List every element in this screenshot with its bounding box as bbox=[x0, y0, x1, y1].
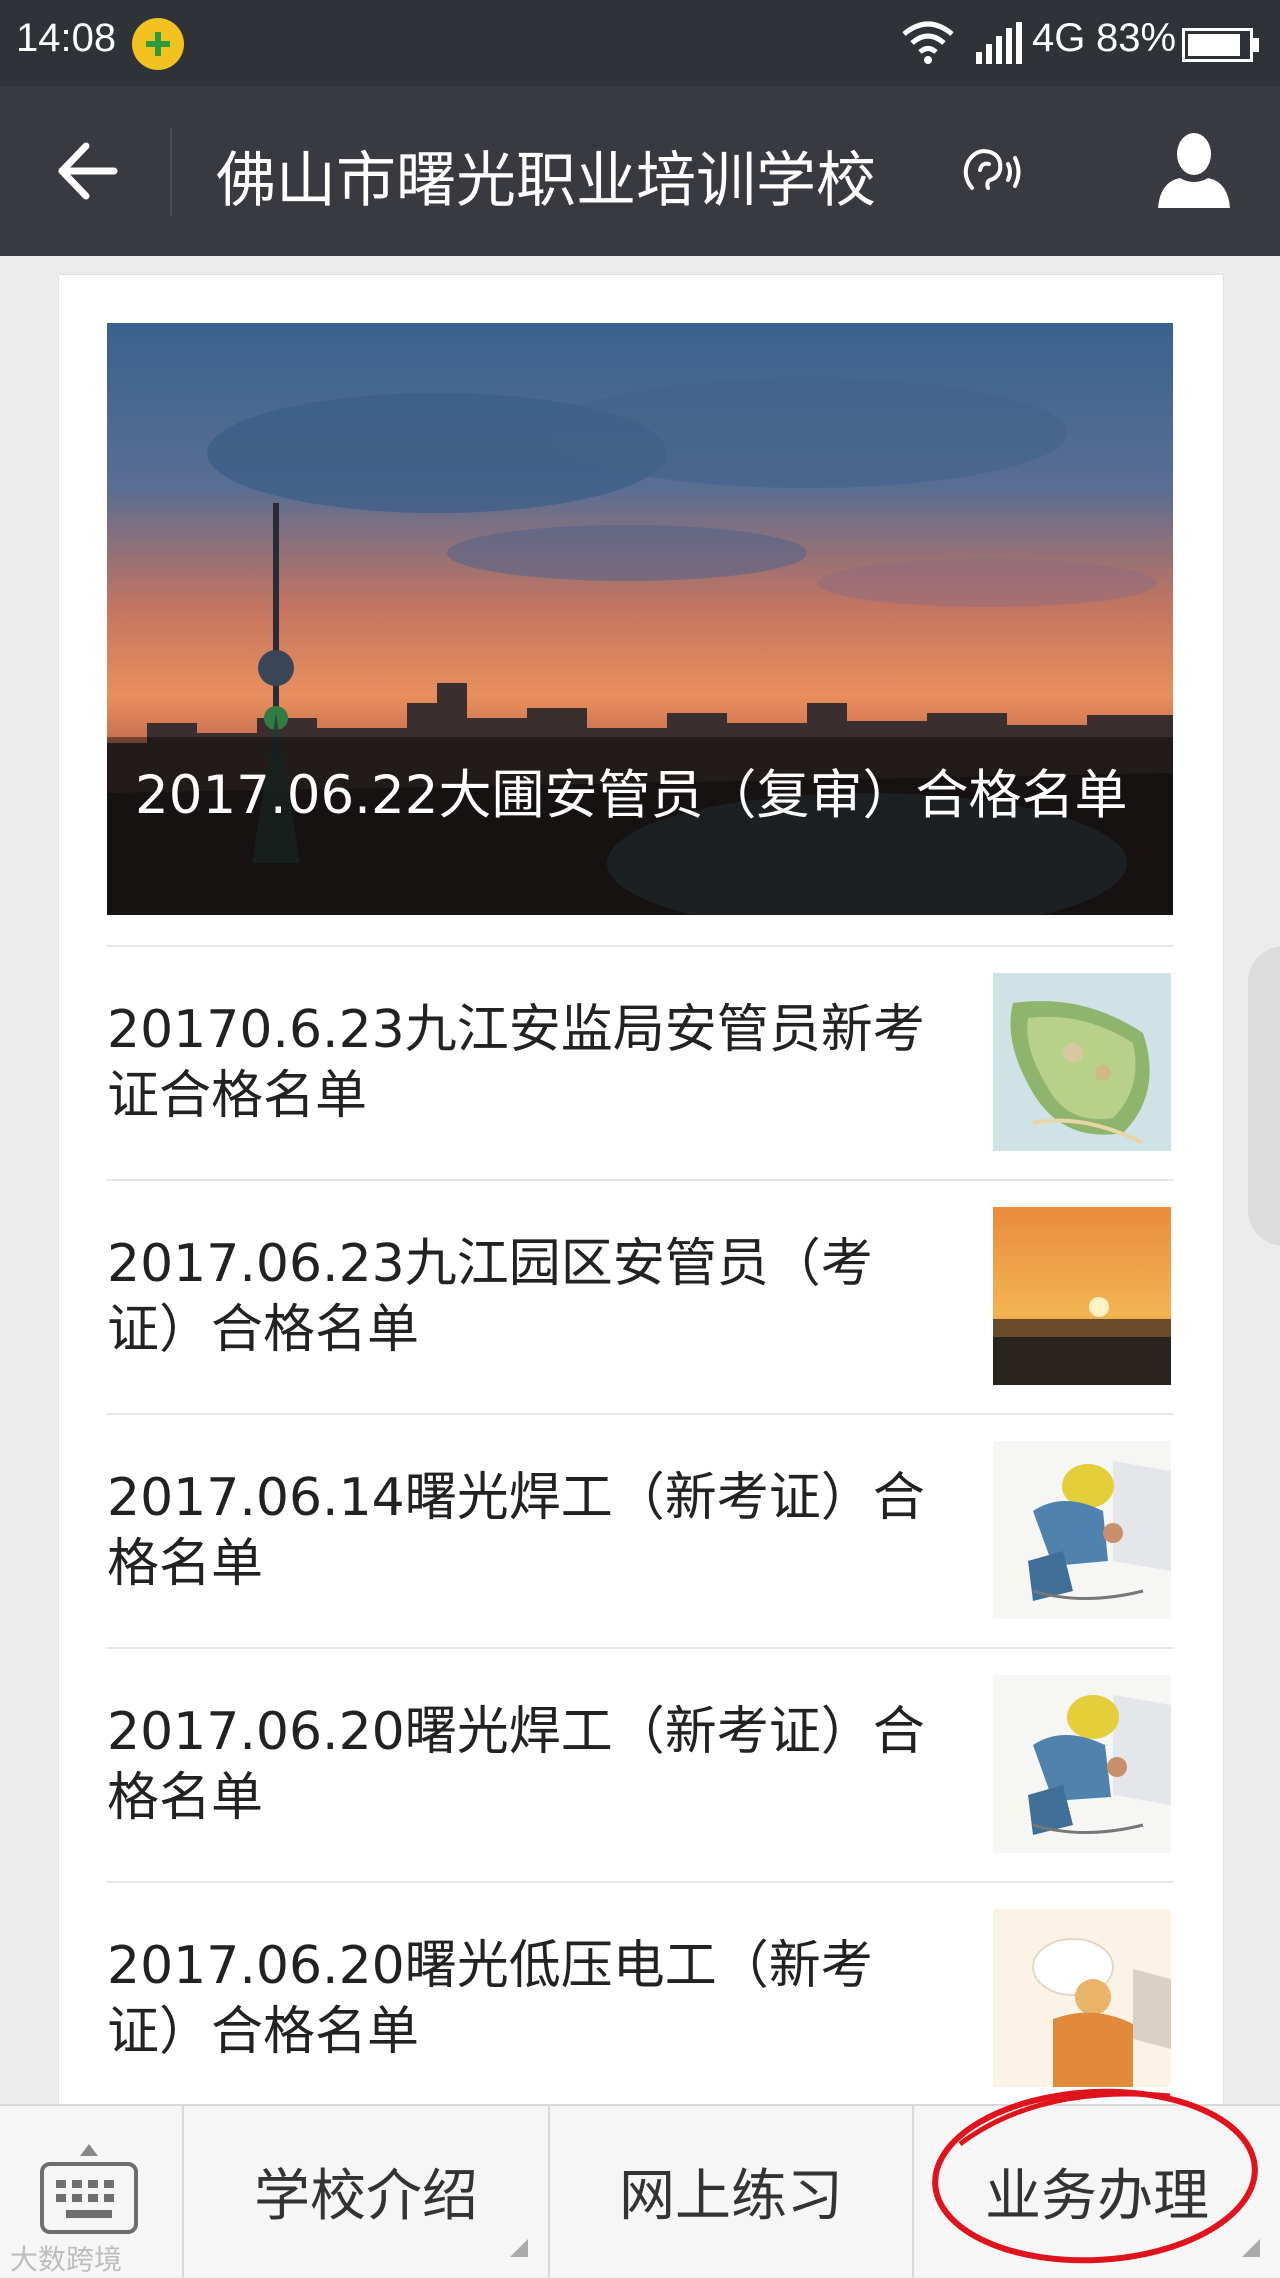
featured-article[interactable]: 2017.06.22大圃安管员（复审）合格名单 bbox=[107, 323, 1173, 915]
wifi-icon bbox=[902, 21, 954, 64]
side-scroll-handle[interactable] bbox=[1248, 946, 1280, 1246]
ear-icon[interactable] bbox=[958, 146, 1022, 202]
watermark: 大数跨境 bbox=[10, 2243, 123, 2276]
page-title: 佛山市曙光职业培训学校 bbox=[216, 146, 876, 216]
article-title: 2017.06.14曙光焊工（新考证）合格名单 bbox=[107, 1468, 925, 1594]
menu-business[interactable]: 业务办理 bbox=[914, 2106, 1280, 2277]
menu-school-intro[interactable]: 学校介绍 bbox=[184, 2106, 550, 2277]
electrician-cartoon-thumb bbox=[993, 1909, 1171, 2087]
sunset-lake-thumb bbox=[993, 1207, 1171, 1385]
featured-article-title: 2017.06.22大圃安管员（复审）合格名单 bbox=[135, 765, 1128, 826]
menu-label: 学校介绍 bbox=[254, 2164, 478, 2229]
list-item[interactable]: 2017.06.14曙光焊工（新考证）合格名单 bbox=[107, 1413, 1173, 1649]
signal-icon bbox=[976, 22, 1022, 64]
title-bar: 佛山市曙光职业培训学校 bbox=[0, 86, 1280, 256]
article-title: 2017.06.20曙光焊工（新考证）合格名单 bbox=[107, 1702, 925, 1828]
battery-icon bbox=[1182, 28, 1259, 62]
network-type: 4G bbox=[1032, 16, 1086, 60]
status-time: 14:08 bbox=[16, 16, 117, 60]
list-item[interactable]: 2017.06.20曙光低压电工（新考证）合格名单 bbox=[107, 1881, 1173, 2117]
submenu-indicator-icon bbox=[510, 2239, 528, 2257]
menu-label: 业务办理 bbox=[985, 2164, 1209, 2229]
article-title: 2017.06.23九江园区安管员（考证）合格名单 bbox=[107, 1234, 873, 1360]
welder-cartoon-thumb bbox=[993, 1675, 1171, 1853]
title-divider bbox=[170, 128, 172, 216]
back-arrow-icon[interactable] bbox=[52, 136, 122, 206]
article-title: 2017.06.20曙光低压电工（新考证）合格名单 bbox=[107, 1936, 873, 2062]
article-title: 20170.6.23九江安监局安管员新考证合格名单 bbox=[107, 1000, 925, 1126]
park-aerial-thumb bbox=[993, 973, 1171, 1151]
list-item[interactable]: 2017.06.20曙光焊工（新考证）合格名单 bbox=[107, 1647, 1173, 1883]
profile-icon[interactable] bbox=[1152, 128, 1236, 212]
status-bar: 14:08 4G 83% bbox=[0, 0, 1280, 86]
submenu-indicator-icon bbox=[1242, 2239, 1260, 2257]
welder-cartoon-thumb bbox=[993, 1441, 1171, 1619]
bottom-menu: 学校介绍 网上练习 业务办理 bbox=[0, 2104, 1280, 2277]
list-item[interactable]: 20170.6.23九江安监局安管员新考证合格名单 bbox=[107, 945, 1173, 1181]
keyboard-icon bbox=[40, 2162, 138, 2234]
list-item[interactable]: 2017.06.23九江园区安管员（考证）合格名单 bbox=[107, 1179, 1173, 1415]
battery-percent: 83% bbox=[1096, 16, 1177, 60]
menu-online-practice[interactable]: 网上练习 bbox=[550, 2106, 914, 2277]
article-feed: 2017.06.22大圃安管员（复审）合格名单 20170.6.23九江安监局安… bbox=[58, 274, 1224, 2105]
chevron-up-icon bbox=[80, 2144, 98, 2156]
qq-plus-icon bbox=[132, 18, 184, 70]
menu-label: 网上练习 bbox=[619, 2164, 843, 2229]
